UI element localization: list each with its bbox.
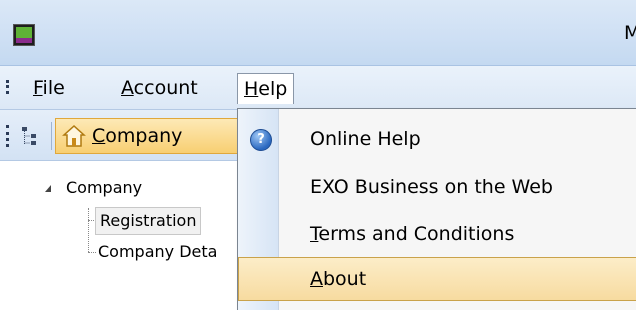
tree-connector bbox=[88, 208, 89, 252]
menubar-grip-handle[interactable] bbox=[6, 80, 12, 94]
company-toolbar-button[interactable]: Company bbox=[55, 118, 257, 154]
tree-node-company[interactable]: Company bbox=[66, 178, 142, 197]
help-dropdown-menu: ? Online Help EXO Business on the Web Te… bbox=[237, 108, 636, 310]
tree-node-company-details[interactable]: Company Deta bbox=[98, 242, 217, 261]
menu-help[interactable]: Help bbox=[237, 73, 295, 104]
toolbar-grip-handle[interactable] bbox=[6, 125, 12, 147]
help-icon: ? bbox=[250, 129, 272, 151]
menu-item-exo-web[interactable]: EXO Business on the Web bbox=[238, 165, 636, 209]
tree-connector bbox=[88, 252, 96, 253]
menu-account[interactable]: Account bbox=[115, 73, 204, 103]
tree-view-icon[interactable] bbox=[20, 125, 42, 147]
tree-node-registration[interactable]: Registration bbox=[95, 207, 202, 235]
menu-file[interactable]: File bbox=[27, 73, 71, 103]
collapse-arrow-icon[interactable] bbox=[45, 185, 51, 192]
menu-item-about[interactable]: About bbox=[238, 257, 636, 301]
window-title: M bbox=[624, 22, 636, 44]
title-bar: M bbox=[0, 0, 636, 66]
toolbar-separator bbox=[51, 122, 52, 150]
menu-bar: File Account Help bbox=[0, 66, 636, 110]
home-icon bbox=[62, 124, 86, 147]
app-icon[interactable] bbox=[13, 24, 35, 46]
menu-item-online-help[interactable]: ? Online Help bbox=[238, 117, 636, 161]
menu-item-terms[interactable]: Terms and Conditions bbox=[238, 212, 636, 256]
